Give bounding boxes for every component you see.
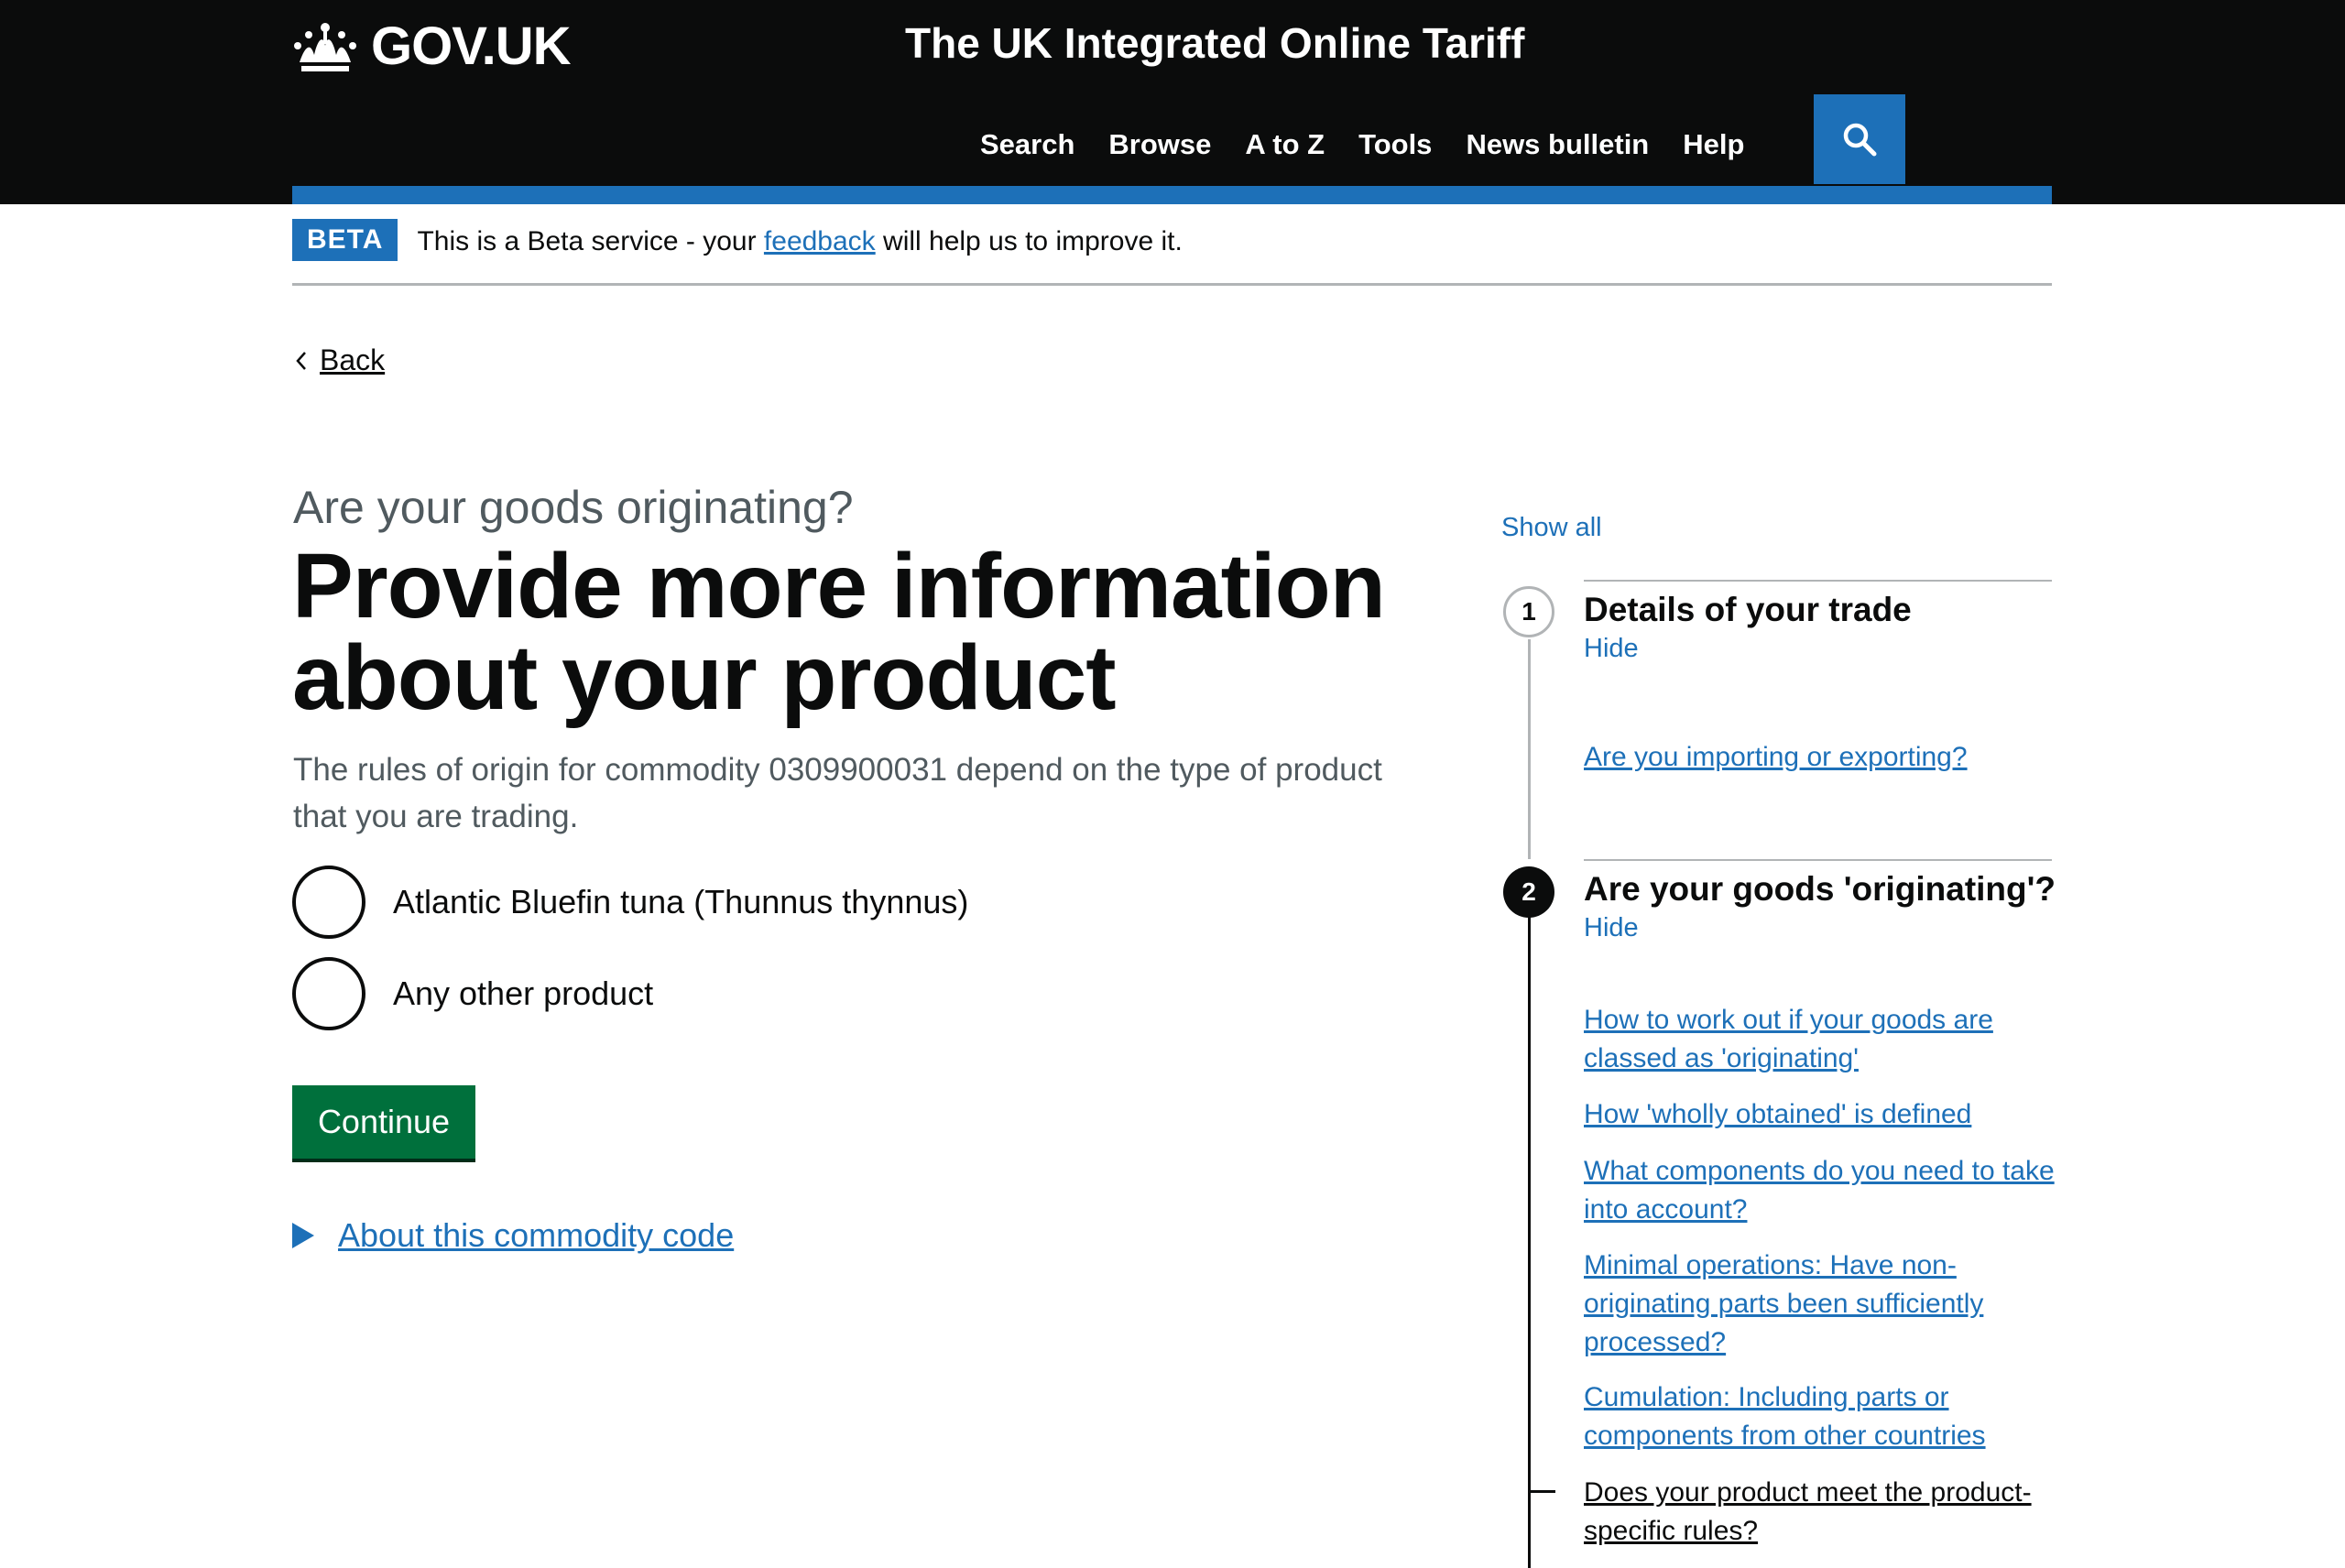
- step-link-how-to-work-out-originating[interactable]: How to work out if your goods are classe…: [1584, 1001, 2060, 1078]
- search-button[interactable]: [1814, 94, 1905, 184]
- nav-tools[interactable]: Tools: [1358, 128, 1432, 161]
- continue-button[interactable]: Continue: [292, 1085, 475, 1159]
- govuk-logo[interactable]: GOV.UK: [292, 13, 571, 79]
- phase-text-after: will help us to improve it.: [875, 226, 1183, 256]
- primary-navigation: Search Browse A to Z Tools News bulletin…: [980, 128, 1778, 161]
- step-connector-line: [1528, 639, 1531, 859]
- step-link-minimal-operations[interactable]: Minimal operations: Have non-originating…: [1584, 1247, 2060, 1362]
- step-link-importing-or-exporting[interactable]: Are you importing or exporting?: [1584, 738, 2060, 777]
- triangle-right-icon: [292, 1223, 314, 1248]
- service-title[interactable]: The UK Integrated Online Tariff: [905, 18, 1524, 68]
- phase-text-before: This is a Beta service - your: [417, 226, 764, 256]
- phase-banner: BETA This is a Beta service - your feedb…: [292, 219, 2052, 286]
- radio-label[interactable]: Atlantic Bluefin tuna (Thunnus thynnus): [393, 883, 968, 921]
- step-link-components[interactable]: What components do you need to take into…: [1584, 1152, 2060, 1229]
- step-number-2: 2: [1503, 866, 1554, 918]
- radio-label[interactable]: Any other product: [393, 975, 653, 1013]
- step-title-are-your-goods-originating[interactable]: Are your goods 'originating'?: [1584, 870, 2056, 909]
- search-icon: [1843, 123, 1877, 157]
- nav-a-to-z[interactable]: A to Z: [1245, 128, 1325, 161]
- nav-help[interactable]: Help: [1683, 128, 1744, 161]
- back-link[interactable]: Back: [320, 343, 385, 377]
- phase-banner-text: This is a Beta service - your feedback w…: [417, 219, 1182, 257]
- details-about-commodity[interactable]: About this commodity code: [292, 1216, 734, 1255]
- page-title: Provide more information about your prod…: [292, 535, 1386, 729]
- nav-news-bulletin[interactable]: News bulletin: [1466, 128, 1649, 161]
- site-header: GOV.UK The UK Integrated Online Tariff S…: [0, 0, 2345, 204]
- radio-button[interactable]: [292, 866, 365, 939]
- current-step-marker: [1528, 1490, 1555, 1493]
- step-divider: [1584, 580, 2052, 582]
- crown-icon: [294, 23, 356, 71]
- back-link-container: Back: [292, 343, 385, 377]
- nav-search[interactable]: Search: [980, 128, 1074, 161]
- step-link-product-specific-rules[interactable]: Does your product meet the product-speci…: [1584, 1474, 2060, 1551]
- feedback-link[interactable]: feedback: [764, 226, 876, 256]
- radio-option-atlantic-bluefin-tuna[interactable]: Atlantic Bluefin tuna (Thunnus thynnus): [292, 866, 968, 939]
- chevron-left-icon: [296, 351, 306, 370]
- radio-option-any-other-product[interactable]: Any other product: [292, 957, 653, 1030]
- step-title-details-of-your-trade[interactable]: Details of your trade: [1584, 591, 1912, 629]
- page-caption: Are your goods originating?: [293, 482, 854, 533]
- step-1-hide-toggle[interactable]: Hide: [1584, 634, 1639, 664]
- details-summary-link[interactable]: About this commodity code: [338, 1216, 734, 1255]
- step-number-1: 1: [1503, 586, 1554, 637]
- radio-button[interactable]: [292, 957, 365, 1030]
- question-hint: The rules of origin for commodity 030990…: [293, 752, 1382, 834]
- step-2-hide-toggle[interactable]: Hide: [1584, 913, 1639, 943]
- header-accent-bar: [292, 186, 2052, 204]
- step-divider: [1584, 859, 2052, 861]
- step-link-wholly-obtained[interactable]: How 'wholly obtained' is defined: [1584, 1095, 2060, 1134]
- beta-tag: BETA: [292, 219, 398, 261]
- logo-text: GOV.UK: [371, 16, 571, 76]
- step-link-cumulation[interactable]: Cumulation: Including parts or component…: [1584, 1378, 2060, 1455]
- nav-browse[interactable]: Browse: [1108, 128, 1211, 161]
- show-all-button[interactable]: Show all: [1501, 513, 1602, 543]
- step-connector-line: [1528, 916, 1531, 1568]
